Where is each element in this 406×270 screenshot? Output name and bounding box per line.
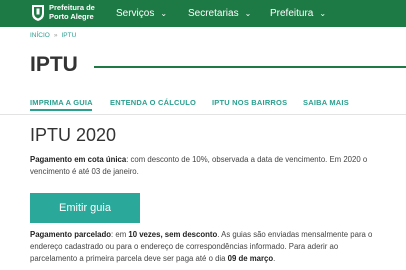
tab-entenda-o-calculo[interactable]: ENTENDA O CÁLCULO bbox=[110, 98, 196, 107]
nav-prefeitura-label: Prefeitura bbox=[270, 8, 314, 19]
title-rule bbox=[94, 66, 406, 68]
single-payment-paragraph: Pagamento em cota única: com desconto de… bbox=[30, 154, 375, 178]
emit-guide-button[interactable]: Emitir guia bbox=[30, 193, 140, 223]
single-payment-label: Pagamento em cota única bbox=[30, 155, 127, 164]
city-crest-logo-icon[interactable] bbox=[30, 4, 46, 22]
nav-servicos[interactable]: Serviços ⌄ bbox=[116, 8, 167, 19]
breadcrumb-home-link[interactable]: INÍCIO bbox=[30, 32, 50, 39]
tab-saiba-mais[interactable]: SAIBA MAIS bbox=[303, 98, 349, 107]
tab-iptu-nos-bairros[interactable]: IPTU NOS BAIRROS bbox=[212, 98, 287, 107]
nav-secretarias[interactable]: Secretarias ⌄ bbox=[188, 8, 251, 19]
installment-count: 10 vezes, sem desconto bbox=[128, 230, 218, 239]
breadcrumb: INÍCIO» IPTU bbox=[30, 32, 76, 39]
nav-servicos-label: Serviços bbox=[116, 8, 155, 19]
breadcrumb-separator: » bbox=[53, 32, 58, 39]
installment-paragraph: Pagamento parcelado: em 10 vezes, sem de… bbox=[30, 229, 375, 265]
section-title: IPTU 2020 bbox=[30, 125, 117, 145]
tab-imprima-a-guia[interactable]: IMPRIMA A GUIA bbox=[30, 98, 93, 107]
nav-prefeitura[interactable]: Prefeitura ⌄ bbox=[270, 8, 326, 19]
brand-name[interactable]: Prefeitura de Porto Alegre bbox=[49, 3, 95, 21]
tabs-divider bbox=[0, 114, 406, 115]
breadcrumb-current: IPTU bbox=[61, 32, 77, 39]
top-navigation-bar: Prefeitura de Porto Alegre Serviços ⌄ Sec… bbox=[0, 0, 406, 27]
page-title: IPTU bbox=[30, 53, 78, 76]
brand-line-2: Porto Alegre bbox=[49, 11, 94, 21]
installment-end: . bbox=[273, 254, 276, 263]
installment-colon: : em bbox=[111, 230, 129, 239]
chevron-down-icon: ⌄ bbox=[244, 9, 252, 18]
nav-secretarias-label: Secretarias bbox=[188, 8, 239, 19]
installment-deadline: 09 de março bbox=[227, 254, 274, 263]
installment-label: Pagamento parcelado bbox=[30, 230, 112, 239]
active-tab-indicator bbox=[30, 109, 92, 111]
chevron-down-icon: ⌄ bbox=[160, 9, 168, 18]
chevron-down-icon: ⌄ bbox=[319, 9, 327, 18]
